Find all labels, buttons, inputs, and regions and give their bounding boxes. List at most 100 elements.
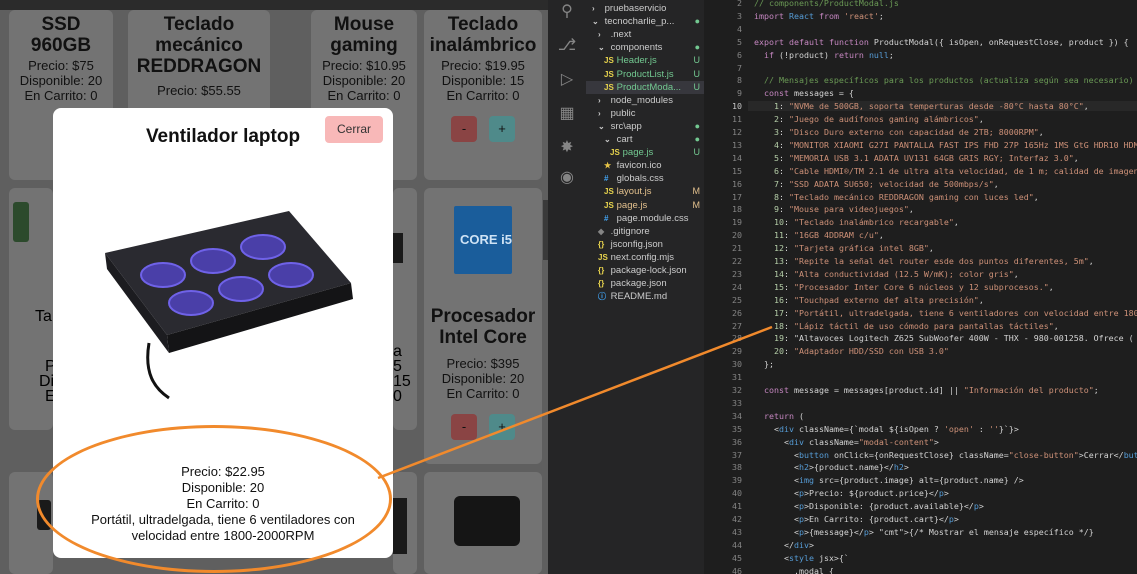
code-line[interactable]: 11: "16GB 4DDRAM c/u", [748,230,884,240]
line-number: 27 [732,320,742,331]
add-to-cart-button[interactable]: + [489,414,515,440]
code-line[interactable]: <p>{message}</p> "cmt">{/* Mostrar el me… [748,527,1094,537]
code-line[interactable]: 8: "Teclado mecánico REDDRAGON gaming co… [748,192,1039,202]
explorer-item[interactable]: JS layout.js M [586,185,704,198]
explorer-item[interactable]: JS page.js U [586,146,704,159]
explorer-item[interactable]: {} package-lock.json [586,264,704,277]
explorer-item[interactable]: JS next.config.mjs [586,251,704,264]
code-line[interactable]: 12: "Tarjeta gráfica intel 8GB", [748,243,934,253]
explorer-item[interactable]: {} jsconfig.json [586,238,704,251]
code-line[interactable]: const messages = { [748,88,854,98]
code-line[interactable]: </div> [748,540,814,550]
code-line[interactable]: if (!product) return null; [748,50,894,60]
explorer-item-label: .next [608,29,632,41]
explorer-item[interactable]: › .next [586,28,704,41]
explorer-item[interactable]: ⌄ cart ● [586,133,704,146]
line-number: 38 [732,462,742,473]
code-line[interactable]: 13: "Repite la señal del router esde dos… [748,256,1094,266]
chevron-down-icon: ⌄ [598,121,605,131]
code-line[interactable]: <p>Disponible: {product.available}</p> [748,501,984,511]
code-line[interactable]: 19: "Altavoces Logitech Z625 SubWoofer 4… [748,333,1134,343]
code-line[interactable]: export default function ProductModal({ i… [748,37,1129,47]
code-line[interactable]: 20: "Adaptador HDD/SSD con USB 3.0" [748,346,949,356]
code-line[interactable] [748,24,754,34]
code-line[interactable]: <h2>{product.name}</h2> [748,462,909,472]
product-image [13,202,29,242]
explorer-item[interactable]: › node_modules [586,94,704,107]
code-line[interactable]: 16: "Touchpad externo def alta precisión… [748,295,984,305]
github-icon[interactable]: ◉ [557,168,577,188]
code-line[interactable]: 14: "Alta conductividad (12.5 W/mK); col… [748,269,1019,279]
code-line[interactable] [748,372,754,382]
product-available: Disponible: 15 [441,73,525,88]
explorer-item-label: tecnocharlie_p... [602,16,675,28]
code-line[interactable]: const message = messages[product.id] || … [748,385,1099,395]
explorer-item-label: jsconfig.json [608,238,663,250]
search-icon[interactable]: ⚲ [557,2,577,22]
code-editor[interactable]: // components/ProductModal.js import Reac… [748,0,1137,574]
explorer-item[interactable]: ★ favicon.ico [586,159,704,172]
code-line[interactable]: <style jsx>{` [748,553,849,563]
code-line[interactable]: <div className={`modal ${isOpen ? 'open'… [748,424,1019,434]
code-line[interactable]: 6: "Cable HDMI®/TM 2.1 de ultra alta vel… [748,166,1137,176]
explorer-item[interactable]: ⓘ README.md [586,290,704,303]
code-line[interactable]: <p>En Carrito: {product.cart}</p> [748,514,959,524]
explorer-item[interactable]: JS page.js M [586,199,704,212]
explorer-item[interactable]: › pruebaservicio [586,2,704,15]
code-line[interactable]: 18: "Lápiz táctil de uso cómodo para pan… [748,321,1059,331]
code-line[interactable]: return ( [748,411,804,421]
line-number: 29 [732,346,742,357]
line-number: 18 [732,204,742,215]
code-line[interactable]: // components/ProductModal.js [748,0,899,8]
line-number: 37 [732,449,742,460]
explorer-item[interactable]: ⌄ src\app ● [586,120,704,133]
code-line[interactable]: 2: "Juego de audífonos gaming alámbricos… [748,114,984,124]
remote-explorer-icon[interactable]: ✸ [557,138,577,158]
remove-from-cart-button[interactable]: - [451,116,477,142]
code-line[interactable]: 10: "Teclado inalámbrico recargable", [748,217,959,227]
line-number: 15 [732,165,742,176]
code-line[interactable]: 1: "NVMe de 500GB, soporta temperturas d… [748,101,1137,112]
explorer-item[interactable]: # page.module.css [586,212,704,225]
explorer-item[interactable]: JS ProductModa... U [586,80,704,94]
code-line[interactable]: }; [748,359,774,369]
explorer-item[interactable]: JS ProductList.js U [586,68,704,81]
code-line[interactable]: // Mensajes específicos para los product… [748,75,1134,85]
code-line[interactable]: 4: "MONITOR XIAOMI G27I PANTALLA FAST IP… [748,140,1137,150]
code-line[interactable]: <img src={product.image} alt={product.na… [748,475,1024,485]
explorer-item[interactable]: ⌄ components ● [586,41,704,54]
extensions-icon[interactable]: ▦ [557,104,577,124]
code-line[interactable] [748,398,754,408]
explorer-item-label: public [608,107,636,119]
add-to-cart-button[interactable]: + [489,116,515,142]
code-line[interactable]: 7: "SSD ADATA SU650; velocidad de 500mbp… [748,179,999,189]
code-line[interactable]: 5: "MEMORIA USB 3.1 ADATA UV131 64GB GRI… [748,153,1079,163]
code-line[interactable]: <button onClick={onRequestClose} classNa… [748,450,1137,460]
explorer-item[interactable]: ⌄ tecnocharlie_p... ● [586,15,704,28]
chevron-right-icon: › [598,95,601,105]
explorer-item[interactable]: {} package.json [586,277,704,290]
source-control-icon[interactable]: ⎇ [557,36,577,56]
code-line[interactable]: 3: "Disco Duro externo con capacidad de … [748,127,1044,137]
remove-from-cart-button[interactable]: - [451,414,477,440]
explorer-item[interactable]: ◆ .gitignore [586,225,704,238]
code-line[interactable] [748,63,754,73]
code-line[interactable]: 9: "Mouse para videojuegos", [748,204,914,214]
run-debug-icon[interactable]: ▷ [557,70,577,90]
code-line[interactable]: 17: "Portátil, ultradelgada, tiene 6 ven… [748,308,1137,318]
js-file-icon: JS [604,82,614,92]
code-line[interactable]: import React from 'react'; [748,11,884,21]
explorer-item[interactable]: JS Header.js U [586,54,704,67]
line-number: 28 [732,333,742,344]
code-line[interactable]: <div className="modal-content"> [748,437,939,447]
chevron-right-icon: › [598,30,601,40]
close-button[interactable]: Cerrar [325,116,383,143]
product-cart: 0 [393,388,402,405]
code-line[interactable]: .modal { [748,566,834,574]
explorer-item[interactable]: # globals.css [586,172,704,185]
git-status-badge: U [693,68,701,79]
explorer-item-label: next.config.mjs [608,251,674,263]
code-line[interactable]: 15: "Procesador Inter Core 6 núcleos y 1… [748,282,1054,292]
code-line[interactable]: <p>Precio: ${product.price}</p> [748,488,949,498]
explorer-item[interactable]: › public [586,107,704,120]
